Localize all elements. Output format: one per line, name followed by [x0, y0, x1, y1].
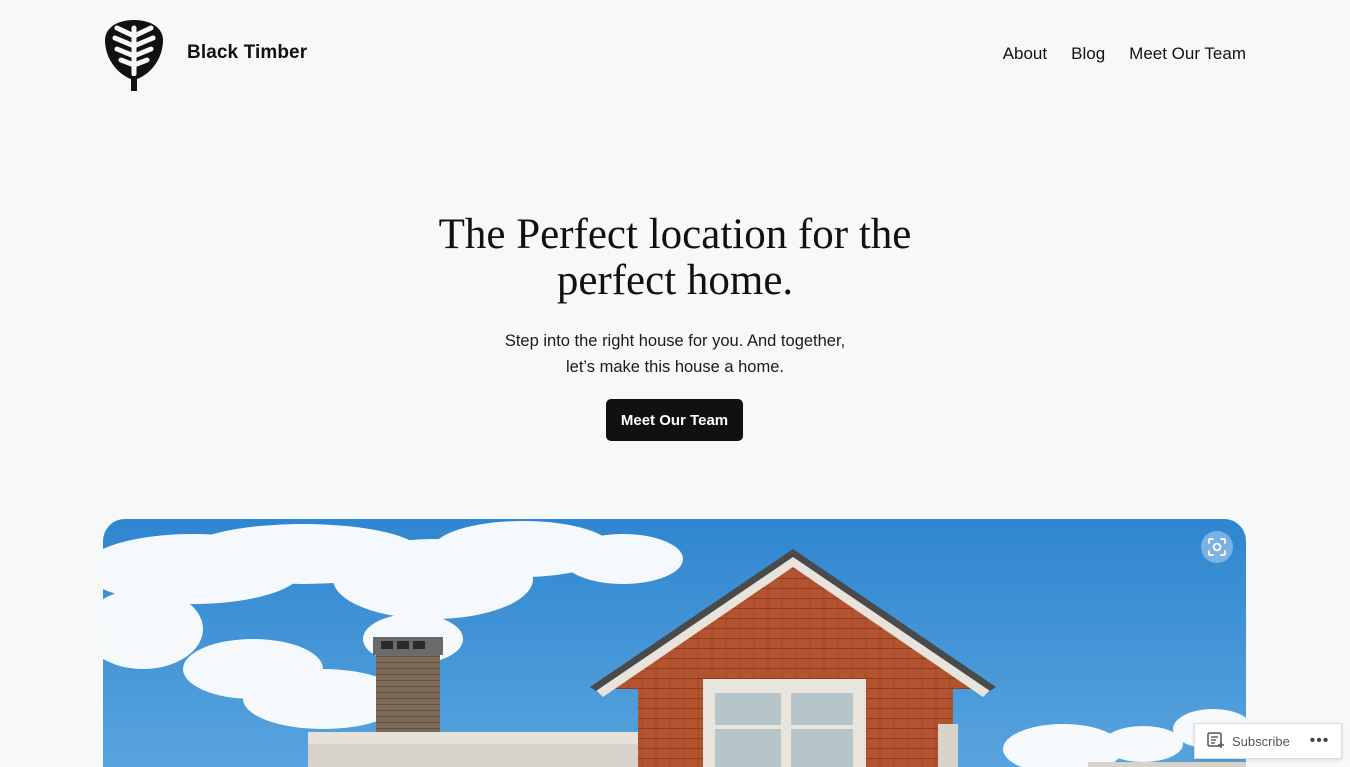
hero-title-line-1: The Perfect location for the — [438, 211, 912, 258]
hero-subtitle-line-1: Step into the right house for you. And t… — [504, 332, 846, 350]
page: Black Timber About Blog Meet Our Team Th… — [0, 0, 1350, 767]
nav-item-about[interactable]: About — [1003, 44, 1047, 64]
hero-subtitle: Step into the right house for you. And t… — [0, 328, 1350, 380]
primary-nav: About Blog Meet Our Team — [1003, 44, 1246, 64]
nav-item-meet-our-team[interactable]: Meet Our Team — [1129, 44, 1246, 64]
meet-our-team-button[interactable]: Meet Our Team — [606, 399, 743, 441]
image-search-icon[interactable] — [1201, 531, 1233, 563]
hero-title: The Perfect location for the perfect hom… — [0, 212, 1350, 304]
house-photo — [103, 519, 1246, 767]
site-header: Black Timber About Blog Meet Our Team — [103, 18, 1246, 92]
ellipsis-icon[interactable]: ••• — [1298, 724, 1341, 758]
tree-leaf-logo-icon[interactable] — [103, 18, 165, 92]
nav-item-blog[interactable]: Blog — [1071, 44, 1105, 64]
subscribe-label: Subscribe — [1232, 733, 1290, 749]
hero-title-line-2: perfect home. — [556, 257, 794, 304]
subscribe-button[interactable]: Subscribe — [1195, 724, 1298, 758]
reader-icon — [1207, 731, 1225, 751]
site-title[interactable]: Black Timber — [187, 42, 307, 64]
subscribe-bar: Subscribe ••• — [1194, 723, 1342, 759]
hero-subtitle-line-2: let’s make this house a home. — [566, 358, 784, 376]
